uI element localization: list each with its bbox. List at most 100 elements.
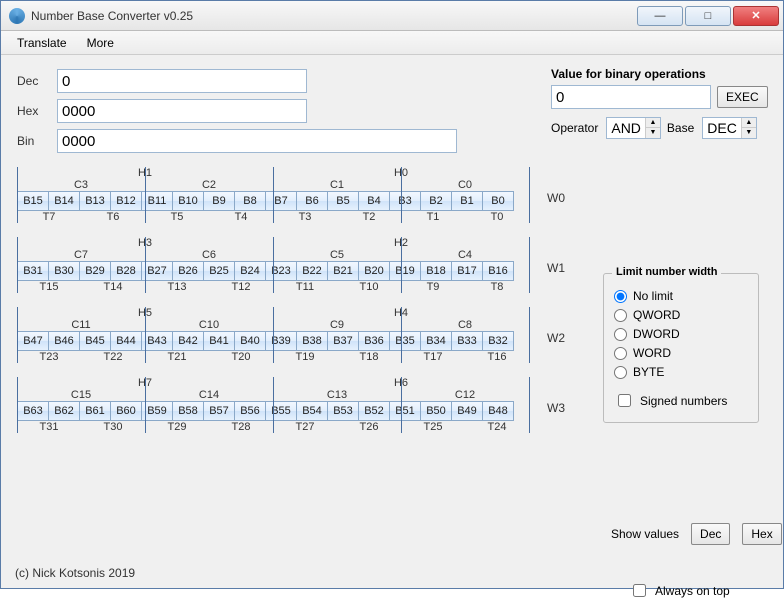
bit-button[interactable]: B52	[358, 401, 390, 421]
bit-button[interactable]: B33	[451, 331, 483, 351]
bit-button[interactable]: B17	[451, 261, 483, 281]
bit-button[interactable]: B54	[296, 401, 328, 421]
binops-value-input[interactable]	[551, 85, 711, 109]
w-label: W3	[547, 401, 565, 415]
t-label: T12	[209, 281, 273, 293]
bit-button[interactable]: B41	[203, 331, 235, 351]
bit-button[interactable]: B8	[234, 191, 266, 211]
c-label: C12	[401, 389, 529, 401]
bit-button[interactable]: B45	[79, 331, 111, 351]
t-label: T10	[337, 281, 401, 293]
bit-button[interactable]: B9	[203, 191, 235, 211]
bit-button[interactable]: B24	[234, 261, 266, 281]
bit-button[interactable]: B22	[296, 261, 328, 281]
bit-button[interactable]: B29	[79, 261, 111, 281]
bit-button[interactable]: B48	[482, 401, 514, 421]
base-down-icon[interactable]: ▼	[742, 128, 756, 138]
bit-button[interactable]: B58	[172, 401, 204, 421]
bit-button[interactable]: B56	[234, 401, 266, 421]
bit-button[interactable]: B47	[17, 331, 49, 351]
bit-button[interactable]: B62	[48, 401, 80, 421]
maximize-button[interactable]: □	[685, 6, 731, 26]
w-label: W1	[547, 261, 565, 275]
bit-button[interactable]: B39	[265, 331, 297, 351]
limit-radio[interactable]	[614, 366, 627, 379]
bit-button[interactable]: B35	[389, 331, 421, 351]
menu-more[interactable]: More	[77, 34, 124, 52]
bit-button[interactable]: B14	[48, 191, 80, 211]
bit-button[interactable]: B12	[110, 191, 142, 211]
bin-input[interactable]	[57, 129, 457, 153]
bit-button[interactable]: B60	[110, 401, 142, 421]
signed-checkbox[interactable]	[618, 394, 631, 407]
bit-button[interactable]: B44	[110, 331, 142, 351]
bit-button[interactable]: B23	[265, 261, 297, 281]
show-values-label: Show values	[611, 527, 679, 541]
always-on-top-checkbox[interactable]	[633, 584, 646, 597]
bit-button[interactable]: B31	[17, 261, 49, 281]
minimize-button[interactable]: —	[637, 6, 683, 26]
dec-input[interactable]	[57, 69, 307, 93]
show-values-dec-button[interactable]: Dec	[691, 523, 730, 545]
operator-up-icon[interactable]: ▲	[646, 118, 660, 128]
bit-button[interactable]: B25	[203, 261, 235, 281]
bit-button[interactable]: B57	[203, 401, 235, 421]
t-label: T13	[145, 281, 209, 293]
close-button[interactable]: ✕	[733, 6, 779, 26]
bit-button[interactable]: B3	[389, 191, 421, 211]
base-spinner[interactable]: DEC ▲▼	[702, 117, 757, 139]
limit-radio[interactable]	[614, 347, 627, 360]
bit-button[interactable]: B61	[79, 401, 111, 421]
operator-spinner[interactable]: AND ▲▼	[606, 117, 661, 139]
bit-button[interactable]: B15	[17, 191, 49, 211]
hex-input[interactable]	[57, 99, 307, 123]
bit-button[interactable]: B49	[451, 401, 483, 421]
bit-button[interactable]: B46	[48, 331, 80, 351]
bit-button[interactable]: B18	[420, 261, 452, 281]
base-up-icon[interactable]: ▲	[742, 118, 756, 128]
limit-radio[interactable]	[614, 328, 627, 341]
t-label: T26	[337, 421, 401, 433]
bit-button[interactable]: B0	[482, 191, 514, 211]
bit-button[interactable]: B50	[420, 401, 452, 421]
show-values-hex-button[interactable]: Hex	[742, 523, 781, 545]
bit-button[interactable]: B63	[17, 401, 49, 421]
t-label: T5	[145, 211, 209, 223]
bit-button[interactable]: B13	[79, 191, 111, 211]
bit-button[interactable]: B5	[327, 191, 359, 211]
bit-button[interactable]: B30	[48, 261, 80, 281]
limit-radio[interactable]	[614, 290, 627, 303]
bit-button[interactable]: B53	[327, 401, 359, 421]
bit-button[interactable]: B4	[358, 191, 390, 211]
bit-button[interactable]: B6	[296, 191, 328, 211]
bit-button[interactable]: B55	[265, 401, 297, 421]
bit-button[interactable]: B10	[172, 191, 204, 211]
bit-button[interactable]: B20	[358, 261, 390, 281]
bit-button[interactable]: B2	[420, 191, 452, 211]
window-title: Number Base Converter v0.25	[31, 9, 193, 23]
app-icon	[9, 8, 25, 24]
menu-translate[interactable]: Translate	[7, 34, 77, 52]
bit-button[interactable]: B26	[172, 261, 204, 281]
bit-button[interactable]: B34	[420, 331, 452, 351]
bit-button[interactable]: B16	[482, 261, 514, 281]
bit-button[interactable]: B21	[327, 261, 359, 281]
bit-button[interactable]: B1	[451, 191, 483, 211]
limit-radio[interactable]	[614, 309, 627, 322]
bit-button[interactable]: B28	[110, 261, 142, 281]
bit-button[interactable]: B40	[234, 331, 266, 351]
t-label: T8	[465, 281, 529, 293]
operator-down-icon[interactable]: ▼	[646, 128, 660, 138]
bit-button[interactable]: B32	[482, 331, 514, 351]
exec-button[interactable]: EXEC	[717, 86, 768, 108]
bit-button[interactable]: B7	[265, 191, 297, 211]
bit-button[interactable]: B19	[389, 261, 421, 281]
bit-button[interactable]: B51	[389, 401, 421, 421]
c-label: C13	[273, 389, 401, 401]
bit-button[interactable]: B38	[296, 331, 328, 351]
bit-button[interactable]: B36	[358, 331, 390, 351]
t-label: T15	[17, 281, 81, 293]
c-label: C11	[17, 319, 145, 331]
bit-button[interactable]: B37	[327, 331, 359, 351]
bit-button[interactable]: B42	[172, 331, 204, 351]
